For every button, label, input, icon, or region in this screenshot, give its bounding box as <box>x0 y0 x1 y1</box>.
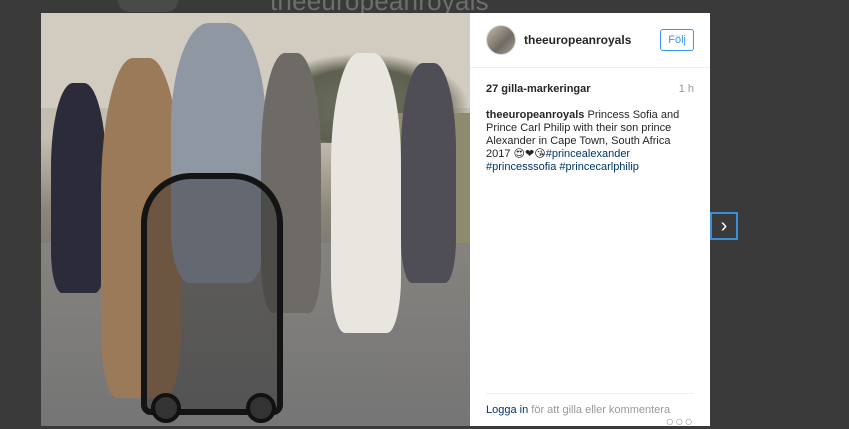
more-options-icon[interactable]: ○○○ <box>666 413 694 429</box>
chevron-right-icon: › <box>720 214 728 237</box>
post-modal: theeuropeanroyals Följ 27 gilla-markerin… <box>41 13 710 429</box>
next-post-button[interactable]: › <box>710 212 738 240</box>
caption-emoji: 😍❤😘 <box>513 148 546 160</box>
post-username[interactable]: theeuropeanroyals <box>524 33 660 47</box>
login-suffix: för att gilla eller kommentera <box>531 404 671 416</box>
likes-row: 27 gilla-markeringar 1 h <box>486 83 694 95</box>
hashtag-link[interactable]: #princealexander <box>546 148 630 160</box>
login-prompt: Logga in för att gilla eller kommentera <box>486 393 694 416</box>
caption-username[interactable]: theeuropeanroyals <box>486 109 584 121</box>
hashtag-link[interactable]: #princesssofia <box>486 161 556 173</box>
login-link[interactable]: Logga in <box>486 404 528 416</box>
post-photo <box>41 13 470 426</box>
post-time: 1 h <box>678 83 694 95</box>
post-header: theeuropeanroyals Följ <box>470 13 710 68</box>
post-sidebar: theeuropeanroyals Följ 27 gilla-markerin… <box>470 13 710 429</box>
hashtag-link[interactable]: #princecarlphilip <box>559 161 639 173</box>
post-caption: theeuropeanroyals Princess Sofia and Pri… <box>486 109 694 174</box>
background-avatar <box>118 0 178 12</box>
avatar[interactable] <box>486 25 516 55</box>
likes-count[interactable]: 27 gilla-markeringar <box>486 83 591 95</box>
follow-button[interactable]: Följ <box>660 29 694 51</box>
